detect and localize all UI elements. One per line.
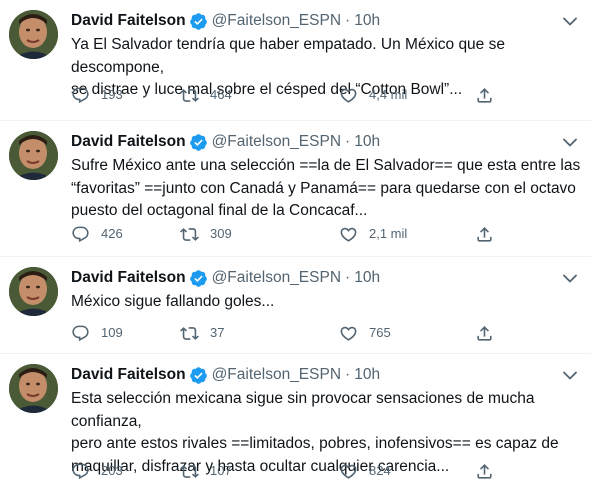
tweet-timestamp[interactable]: 10h [354,10,380,32]
share-icon [477,226,492,242]
separator-dot: · [345,12,351,29]
separator-dot: · [345,133,351,150]
retweet-button[interactable]: 464 [180,84,232,106]
author-handle[interactable]: @Faitelson_ESPN [212,10,341,32]
tweet[interactable]: David Faitelson @Faitelson_ESPN · 10h Su… [0,121,591,257]
tweet-timestamp[interactable]: 10h [354,364,380,386]
retweet-button[interactable]: 37 [180,322,224,344]
verified-badge-icon [189,366,208,385]
retweet-button[interactable]: 107 [180,460,232,482]
author-handle[interactable]: @Faitelson_ESPN [212,364,341,386]
tweet-actions: 426 309 2,1 mil [71,223,501,245]
like-count: 765 [369,325,391,340]
timeline-feed: David Faitelson @Faitelson_ESPN · 10h Ya… [0,0,591,496]
heart-icon [340,464,357,479]
reply-button[interactable]: 193 [71,84,123,106]
tweet-timestamp[interactable]: 10h [354,267,380,289]
retweet-count: 464 [210,87,232,102]
chevron-down-icon[interactable] [561,135,579,149]
heart-icon [340,88,357,103]
verified-badge-icon [189,269,208,288]
share-button[interactable] [475,84,494,106]
retweet-icon [180,326,199,340]
avatar[interactable] [9,364,58,413]
retweet-icon [180,464,199,478]
share-icon [477,87,492,103]
share-button[interactable] [475,223,494,245]
reply-icon [72,463,89,479]
author-name[interactable]: David Faitelson [71,267,186,289]
share-icon [477,325,492,341]
tweet-actions: 109 37 765 [71,322,501,344]
tweet-header: David Faitelson @Faitelson_ESPN · 10h [71,131,380,153]
tweet-header: David Faitelson @Faitelson_ESPN · 10h [71,10,380,32]
like-button[interactable]: 824 [339,460,391,482]
author-name[interactable]: David Faitelson [71,131,186,153]
like-button[interactable]: 765 [339,322,391,344]
tweet-text: Sufre México ante una selección ==la de … [71,157,581,219]
chevron-down-icon[interactable] [561,368,579,382]
verified-badge-icon [189,133,208,152]
tweet-header: David Faitelson @Faitelson_ESPN · 10h [71,364,380,386]
like-count: 4,4 mil [369,87,408,102]
retweet-icon [180,227,199,241]
avatar[interactable] [9,131,58,180]
like-count: 824 [369,463,391,478]
like-button[interactable]: 2,1 mil [339,223,407,245]
verified-badge-icon [189,12,208,31]
chevron-down-icon[interactable] [561,271,579,285]
share-icon [477,463,492,479]
heart-icon [340,326,357,341]
reply-button[interactable]: 203 [71,460,123,482]
reply-icon [72,87,89,103]
retweet-count: 309 [210,226,232,241]
heart-icon [340,227,357,242]
tweet-actions: 193 464 4,4 mil [71,84,501,106]
separator-dot: · [345,366,351,383]
tweet[interactable]: David Faitelson @Faitelson_ESPN · 10h Ya… [0,0,591,121]
like-count: 2,1 mil [369,226,408,241]
retweet-count: 107 [210,463,232,478]
share-button[interactable] [475,322,494,344]
tweet-header: David Faitelson @Faitelson_ESPN · 10h [71,267,380,289]
tweet-text: México sigue fallando goles... [71,293,275,310]
reply-button[interactable]: 109 [71,322,123,344]
avatar[interactable] [9,10,58,59]
reply-button[interactable]: 426 [71,223,123,245]
share-button[interactable] [475,460,494,482]
retweet-button[interactable]: 309 [180,223,232,245]
separator-dot: · [345,269,351,286]
retweet-count: 37 [210,325,225,340]
avatar[interactable] [9,267,58,316]
reply-count: 426 [101,226,123,241]
tweet[interactable]: David Faitelson @Faitelson_ESPN · 10h Es… [0,354,591,496]
reply-count: 203 [101,463,123,478]
reply-icon [72,325,89,341]
tweet-timestamp[interactable]: 10h [354,131,380,153]
author-name[interactable]: David Faitelson [71,10,186,32]
chevron-down-icon[interactable] [561,14,579,28]
tweet-actions: 203 107 824 [71,460,501,482]
like-button[interactable]: 4,4 mil [339,84,407,106]
author-handle[interactable]: @Faitelson_ESPN [212,131,341,153]
reply-icon [72,226,89,242]
author-name[interactable]: David Faitelson [71,364,186,386]
retweet-icon [180,88,199,102]
author-handle[interactable]: @Faitelson_ESPN [212,267,341,289]
tweet[interactable]: David Faitelson @Faitelson_ESPN · 10h Mé… [0,257,591,354]
reply-count: 109 [101,325,123,340]
reply-count: 193 [101,87,123,102]
